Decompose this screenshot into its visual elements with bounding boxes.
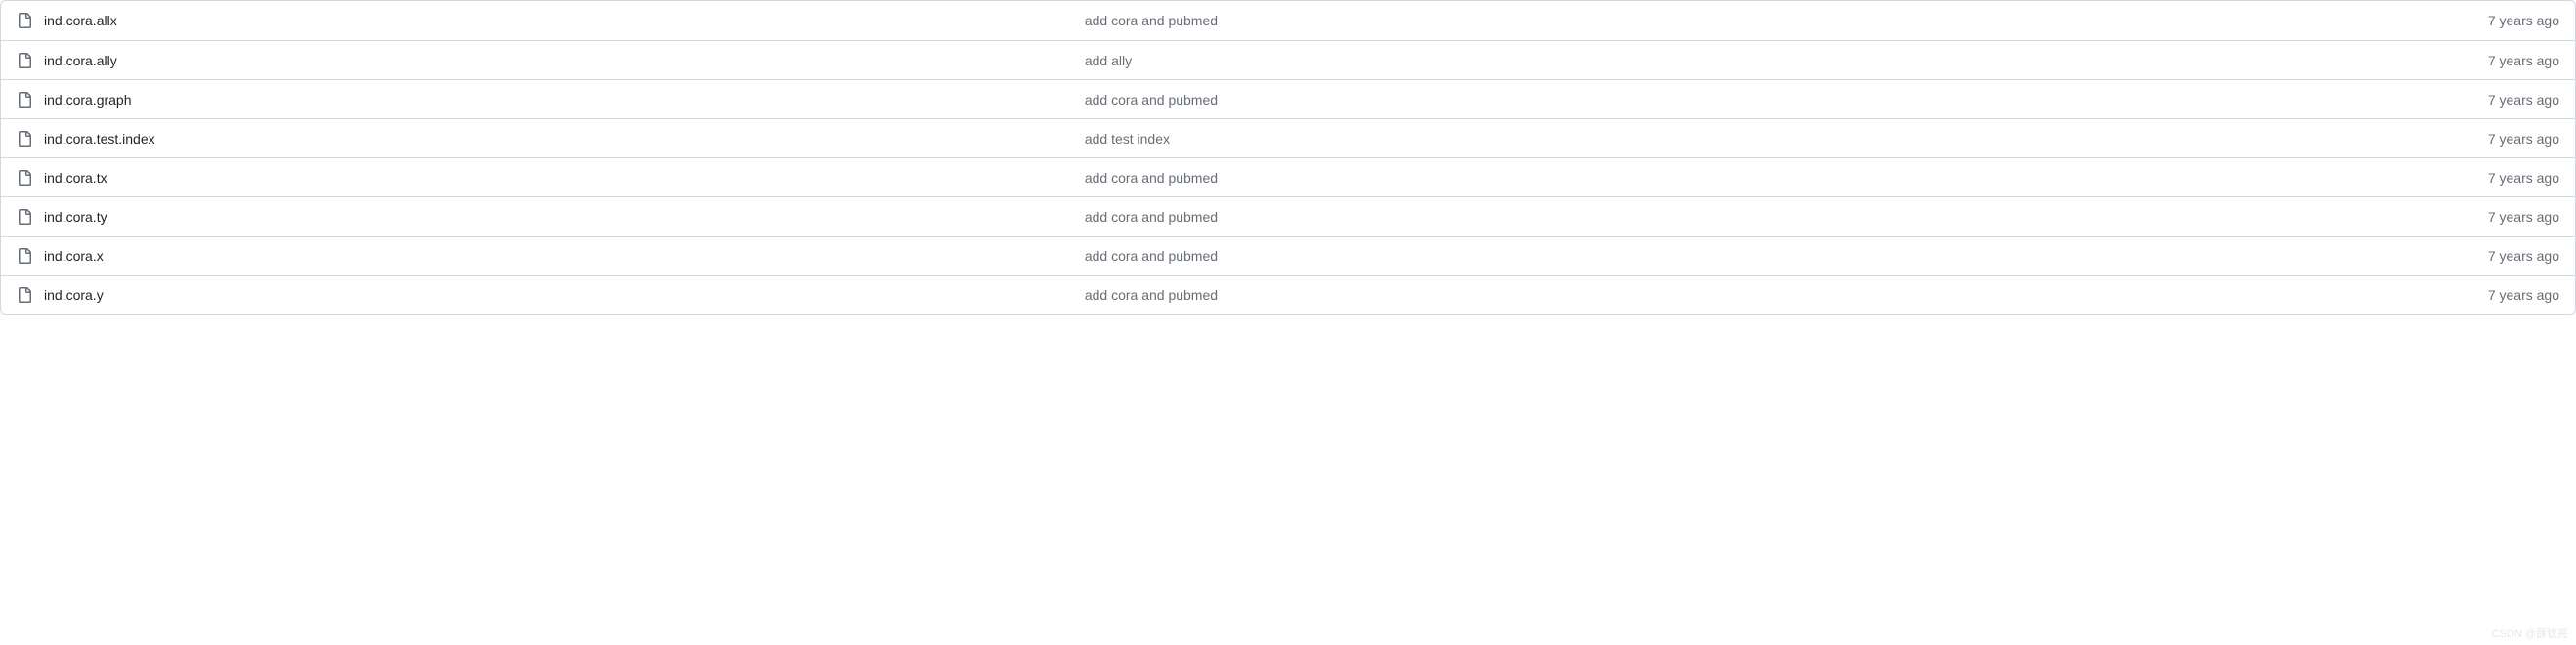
commit-age: 7 years ago (2472, 209, 2559, 225)
commit-message-link[interactable]: add cora and pubmed (1085, 92, 2472, 108)
file-icon (17, 209, 32, 225)
commit-age: 7 years ago (2472, 287, 2559, 303)
commit-message-link[interactable]: add ally (1085, 53, 2472, 68)
commit-message-link[interactable]: add cora and pubmed (1085, 13, 2472, 28)
file-row[interactable]: ind.cora.allx add cora and pubmed 7 year… (1, 1, 2575, 40)
commit-message-link[interactable]: add test index (1085, 131, 2472, 147)
commit-message-link[interactable]: add cora and pubmed (1085, 209, 2472, 225)
file-row[interactable]: ind.cora.graph add cora and pubmed 7 yea… (1, 79, 2575, 118)
file-row[interactable]: ind.cora.test.index add test index 7 yea… (1, 118, 2575, 157)
commit-age: 7 years ago (2472, 170, 2559, 186)
commit-age: 7 years ago (2472, 131, 2559, 147)
file-name-cell: ind.cora.tx (17, 170, 1085, 186)
file-icon (17, 248, 32, 264)
file-name-cell: ind.cora.y (17, 287, 1085, 303)
file-name-cell: ind.cora.graph (17, 92, 1085, 108)
file-icon (17, 92, 32, 108)
commit-age: 7 years ago (2472, 13, 2559, 28)
file-icon (17, 287, 32, 303)
commit-age: 7 years ago (2472, 53, 2559, 68)
file-name-cell: ind.cora.ally (17, 53, 1085, 68)
file-name-link[interactable]: ind.cora.ty (44, 209, 107, 225)
file-name-cell: ind.cora.test.index (17, 131, 1085, 147)
commit-message-link[interactable]: add cora and pubmed (1085, 287, 2472, 303)
file-name-cell: ind.cora.ty (17, 209, 1085, 225)
file-list-table: ind.cora.allx add cora and pubmed 7 year… (0, 0, 2576, 315)
file-row[interactable]: ind.cora.ally add ally 7 years ago (1, 40, 2575, 79)
commit-age: 7 years ago (2472, 92, 2559, 108)
file-name-link[interactable]: ind.cora.test.index (44, 131, 155, 147)
file-row[interactable]: ind.cora.ty add cora and pubmed 7 years … (1, 196, 2575, 236)
file-row[interactable]: ind.cora.x add cora and pubmed 7 years a… (1, 236, 2575, 275)
file-name-cell: ind.cora.allx (17, 13, 1085, 28)
file-icon (17, 170, 32, 186)
file-row[interactable]: ind.cora.tx add cora and pubmed 7 years … (1, 157, 2575, 196)
file-name-link[interactable]: ind.cora.y (44, 287, 104, 303)
file-icon (17, 53, 32, 68)
commit-message-link[interactable]: add cora and pubmed (1085, 170, 2472, 186)
watermark: CSDN @薛钦亮 (2492, 625, 2568, 641)
file-icon (17, 131, 32, 147)
file-name-link[interactable]: ind.cora.x (44, 248, 104, 264)
file-name-link[interactable]: ind.cora.graph (44, 92, 132, 108)
file-name-link[interactable]: ind.cora.ally (44, 53, 117, 68)
file-name-cell: ind.cora.x (17, 248, 1085, 264)
file-icon (17, 13, 32, 28)
commit-message-link[interactable]: add cora and pubmed (1085, 248, 2472, 264)
file-row[interactable]: ind.cora.y add cora and pubmed 7 years a… (1, 275, 2575, 314)
file-name-link[interactable]: ind.cora.allx (44, 13, 117, 28)
file-name-link[interactable]: ind.cora.tx (44, 170, 107, 186)
commit-age: 7 years ago (2472, 248, 2559, 264)
